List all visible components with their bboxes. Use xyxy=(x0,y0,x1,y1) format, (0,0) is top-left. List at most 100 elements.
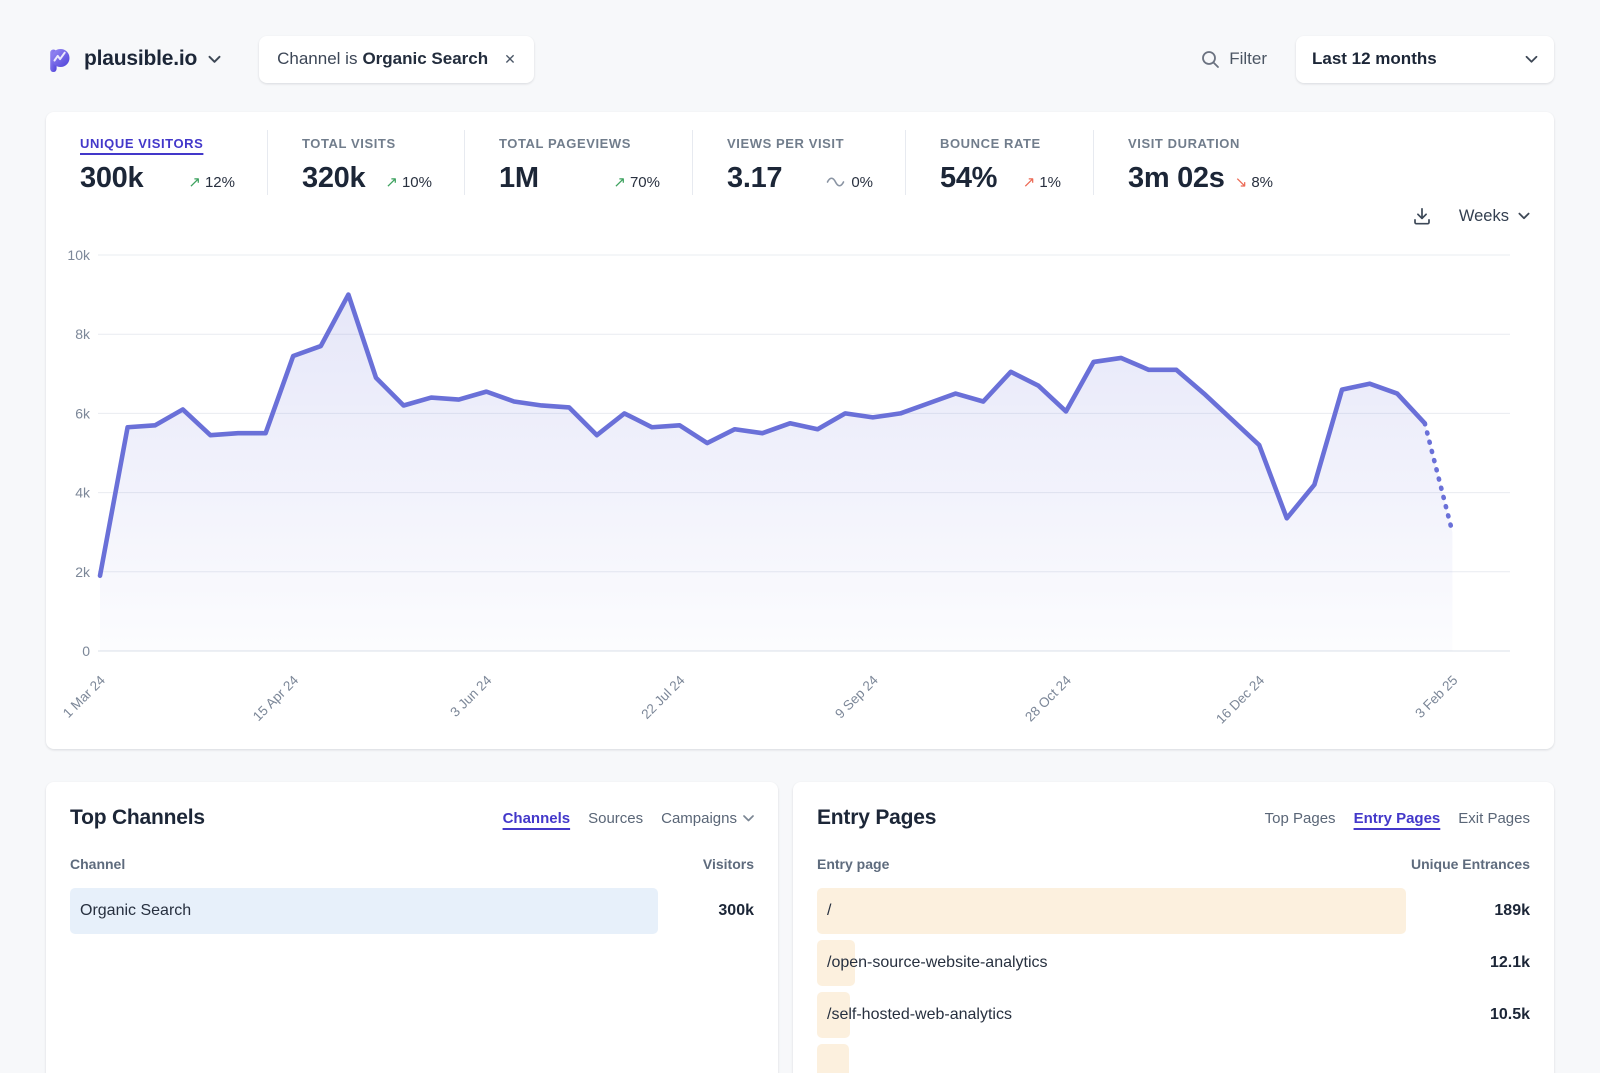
chevron-down-icon xyxy=(1525,55,1538,64)
x-axis-tick: 9 Sep 24 xyxy=(832,672,881,721)
stat-label: VIEWS PER VISIT xyxy=(727,136,873,151)
y-axis-tick: 2k xyxy=(75,564,91,580)
arrow-up-right-icon: ↗ xyxy=(1023,173,1036,191)
filter-button[interactable]: Filter xyxy=(1201,49,1267,69)
stat-change-percent: 0% xyxy=(851,174,873,191)
stat-change-percent: 70% xyxy=(630,174,660,191)
table-row[interactable]: / 189k xyxy=(817,888,1530,934)
x-axis-tick: 3 Feb 25 xyxy=(1412,673,1460,721)
stat-views-per-visit[interactable]: VIEWS PER VISIT3.170% xyxy=(692,130,905,195)
stat-label: TOTAL VISITS xyxy=(302,136,432,151)
chart-area-fill xyxy=(100,295,1452,651)
row-bar xyxy=(817,1044,849,1073)
chevron-down-icon xyxy=(208,55,221,64)
stat-change: ↗1% xyxy=(1023,173,1061,191)
row-bar-track: /self-hosted-web-analytics xyxy=(817,992,1406,1038)
tab-exit-pages[interactable]: Exit Pages xyxy=(1458,810,1530,827)
table-row[interactable] xyxy=(817,1044,1530,1073)
table-row[interactable]: /open-source-website-analytics12.1k xyxy=(817,940,1530,986)
y-axis-tick: 0 xyxy=(82,643,90,659)
x-axis-tick: 16 Dec 24 xyxy=(1213,672,1267,726)
stat-total-pageviews[interactable]: TOTAL PAGEVIEWS1M↗70% xyxy=(464,130,692,195)
tab-sources[interactable]: Sources xyxy=(588,810,643,827)
filter-chip-channel[interactable]: Channel is Organic Search ✕ xyxy=(259,36,534,83)
chevron-down-icon xyxy=(743,815,754,822)
top-channels-tabs: Channels Sources Campaigns xyxy=(503,810,754,827)
download-icon[interactable] xyxy=(1412,206,1432,226)
date-range-select[interactable]: Last 12 months xyxy=(1296,36,1554,83)
stat-value: 1M xyxy=(499,162,539,195)
row-value: 10.5k xyxy=(1406,1006,1530,1024)
row-bar-track xyxy=(817,1044,1406,1073)
stat-change: 0% xyxy=(826,174,873,191)
visitors-graph-card: UNIQUE VISITORS300k↗12% TOTAL VISITS 320k ↗… xyxy=(46,112,1554,749)
tab-entry-pages[interactable]: Entry Pages xyxy=(1354,810,1441,827)
filter-button-label: Filter xyxy=(1229,49,1267,69)
row-label: /open-source-website-analytics xyxy=(817,940,1048,986)
stat-value: 3m 02s xyxy=(1128,162,1225,195)
arrow-up-right-icon: ↗ xyxy=(385,173,398,191)
tab-campaigns[interactable]: Campaigns xyxy=(661,810,754,827)
panel-title: Top Channels xyxy=(70,806,205,830)
filter-chip-prefix: Channel is xyxy=(277,49,357,69)
row-value: 189k xyxy=(1406,902,1530,920)
tab-channels[interactable]: Channels xyxy=(503,810,571,827)
arrow-up-right-icon: ↗ xyxy=(613,173,626,191)
row-bar xyxy=(817,888,1406,934)
row-bar-track: / xyxy=(817,888,1406,934)
stat-change: ↗12% xyxy=(188,173,235,191)
stat-bounce-rate[interactable]: BOUNCE RATE54%↗1% xyxy=(905,130,1093,195)
table-row[interactable]: Organic Search300k xyxy=(70,888,754,934)
site-picker[interactable]: plausible.io xyxy=(46,46,221,73)
x-axis-tick: 22 Jul 24 xyxy=(638,672,688,722)
plausible-logo xyxy=(46,46,73,73)
date-range-value: Last 12 months xyxy=(1312,49,1437,69)
top-bar: plausible.io Channel is Organic Search ✕… xyxy=(0,0,1600,83)
stat-change: ↗70% xyxy=(613,173,660,191)
x-axis-tick: 1 Mar 24 xyxy=(60,672,109,721)
table-row[interactable]: /self-hosted-web-analytics 10.5k xyxy=(817,992,1530,1038)
stat-total-visits[interactable]: TOTAL VISITS 320k ↗10% xyxy=(267,130,464,195)
stat-change-percent: 1% xyxy=(1039,174,1061,191)
column-header-right: Visitors xyxy=(703,856,754,872)
arrow-down-right-icon: ↘ xyxy=(1235,173,1248,191)
top-stats-row: UNIQUE VISITORS300k↗12% TOTAL VISITS 320k ↗… xyxy=(70,130,1530,195)
entry-pages-card: Entry Pages Top Pages Entry Pages Exit Pag… xyxy=(793,782,1554,1073)
visitors-chart[interactable]: 02k4k6k8k10k1 Mar 2415 Apr 243 Jun 2422 … xyxy=(70,233,1530,749)
stat-label: VISIT DURATION xyxy=(1128,136,1273,151)
panel-title: Entry Pages xyxy=(817,806,936,830)
stat-unique-visitors[interactable]: UNIQUE VISITORS300k↗12% xyxy=(70,130,267,195)
stat-label: BOUNCE RATE xyxy=(940,136,1061,151)
entry-pages-rows: / 189k/open-source-website-analytics12.1k… xyxy=(817,888,1530,1073)
breakdown-panels: Top Channels Channels Sources Campaigns Ch… xyxy=(46,782,1554,1073)
interval-select[interactable]: Weeks xyxy=(1459,207,1530,226)
plausible-dashboard: plausible.io Channel is Organic Search ✕… xyxy=(0,0,1600,1073)
y-axis-tick: 10k xyxy=(67,247,91,263)
column-header-left: Entry page xyxy=(817,856,889,872)
stat-change-percent: 8% xyxy=(1251,174,1273,191)
x-axis-tick: 15 Apr 24 xyxy=(250,672,302,724)
row-bar-track: /open-source-website-analytics xyxy=(817,940,1406,986)
column-header-left: Channel xyxy=(70,856,125,872)
stat-change: ↘8% xyxy=(1235,173,1273,191)
y-axis-tick: 6k xyxy=(75,405,91,421)
stat-change-percent: 10% xyxy=(402,174,432,191)
interval-label: Weeks xyxy=(1459,207,1509,226)
stat-value: 320k xyxy=(302,162,365,195)
entry-pages-tabs: Top Pages Entry Pages Exit Pages xyxy=(1265,810,1530,827)
top-channels-card: Top Channels Channels Sources Campaigns Ch… xyxy=(46,782,778,1073)
chart-controls: Weeks xyxy=(70,201,1530,231)
stat-change-percent: 12% xyxy=(205,174,235,191)
remove-filter-icon[interactable]: ✕ xyxy=(504,51,516,68)
site-name: plausible.io xyxy=(84,47,197,71)
stat-visit-duration[interactable]: VISIT DURATION 3m 02s ↘8% xyxy=(1093,130,1283,195)
top-channels-rows: Organic Search300k xyxy=(70,888,754,934)
column-header-right: Unique Entrances xyxy=(1411,856,1530,872)
y-axis-tick: 4k xyxy=(75,485,91,501)
row-label: /self-hosted-web-analytics xyxy=(817,992,1012,1038)
row-label: / xyxy=(817,888,831,934)
row-value: 300k xyxy=(658,902,754,920)
tab-top-pages[interactable]: Top Pages xyxy=(1265,810,1336,827)
stat-label: UNIQUE VISITORS xyxy=(80,136,235,151)
filter-chip-value: Organic Search xyxy=(362,49,488,69)
